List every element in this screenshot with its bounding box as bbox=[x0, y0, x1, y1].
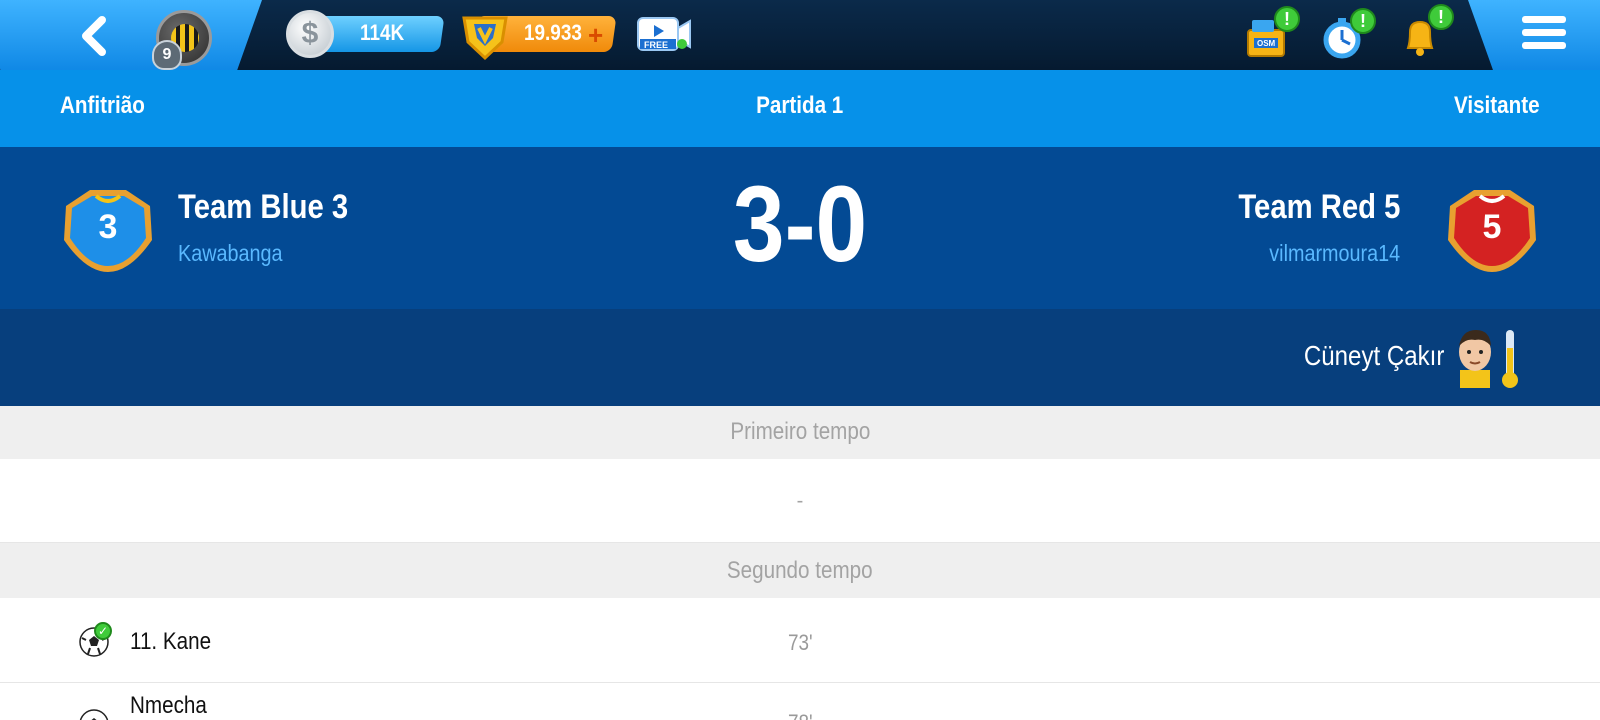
first-half-label: Primeiro tempo bbox=[730, 418, 870, 445]
first-half-empty: - bbox=[796, 490, 804, 512]
away-team-name[interactable]: Team Red 5 bbox=[1212, 188, 1400, 227]
referee-avatar bbox=[1452, 326, 1498, 388]
coins-value: 114K bbox=[360, 20, 405, 45]
home-team-name[interactable]: Team Blue 3 bbox=[178, 188, 376, 227]
away-manager-name[interactable]: vilmarmoura14 bbox=[1248, 240, 1400, 267]
alert-icon: ! bbox=[1350, 8, 1376, 34]
video-camera-icon: FREE bbox=[637, 17, 691, 51]
plus-icon[interactable]: + bbox=[588, 20, 603, 51]
top-left-panel bbox=[0, 0, 262, 74]
boss-coins-value: 19.933 bbox=[524, 20, 582, 45]
coin-icon: $ bbox=[286, 10, 334, 58]
level-badge: 9 bbox=[152, 40, 182, 70]
alert-icon: ! bbox=[1428, 4, 1454, 30]
free-label: FREE bbox=[644, 40, 668, 50]
away-shirt-number: 5 bbox=[1483, 208, 1502, 246]
thermometer-icon bbox=[1500, 328, 1520, 390]
referee-name: Cüneyt Çakır bbox=[1303, 340, 1444, 371]
free-video-button[interactable]: FREE bbox=[636, 16, 692, 54]
second-half-label: Segundo tempo bbox=[727, 557, 873, 584]
event-minute: 78' bbox=[0, 710, 1600, 720]
chevron-left-icon bbox=[82, 16, 106, 56]
boss-coin-icon bbox=[458, 8, 512, 62]
menu-button[interactable] bbox=[1522, 14, 1568, 54]
match-score: 3-0 bbox=[732, 163, 868, 284]
back-button[interactable] bbox=[74, 14, 118, 58]
away-label: Visitante bbox=[1454, 92, 1540, 119]
match-label: Partida 1 bbox=[756, 92, 844, 119]
event-minute: 73' bbox=[787, 630, 813, 655]
away-shirt-icon[interactable]: 5 bbox=[1444, 182, 1540, 276]
level-value: 9 bbox=[162, 46, 172, 63]
alert-icon: ! bbox=[1274, 6, 1300, 32]
osm-label: OSM bbox=[1257, 39, 1276, 48]
home-shirt-icon[interactable]: 3 bbox=[60, 182, 156, 276]
home-manager-name[interactable]: Kawabanga bbox=[178, 240, 300, 267]
home-shirt-number: 3 bbox=[99, 208, 118, 246]
home-label: Anfitrião bbox=[60, 92, 145, 119]
